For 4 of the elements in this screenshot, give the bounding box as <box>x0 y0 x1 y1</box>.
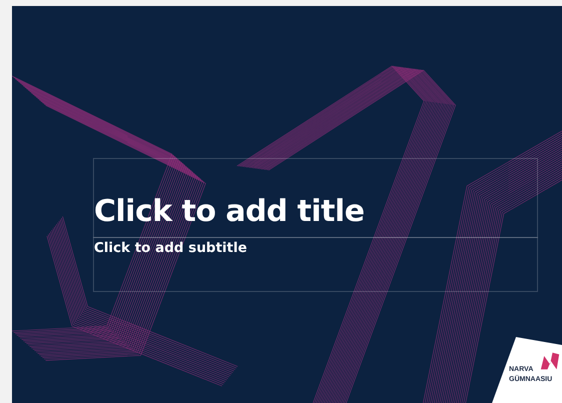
subtitle-placeholder[interactable]: Click to add subtitle <box>93 237 538 292</box>
subtitle-text: Click to add subtitle <box>94 240 248 256</box>
title-placeholder[interactable]: Click to add title <box>93 158 538 238</box>
title-text: Click to add title <box>94 194 364 229</box>
